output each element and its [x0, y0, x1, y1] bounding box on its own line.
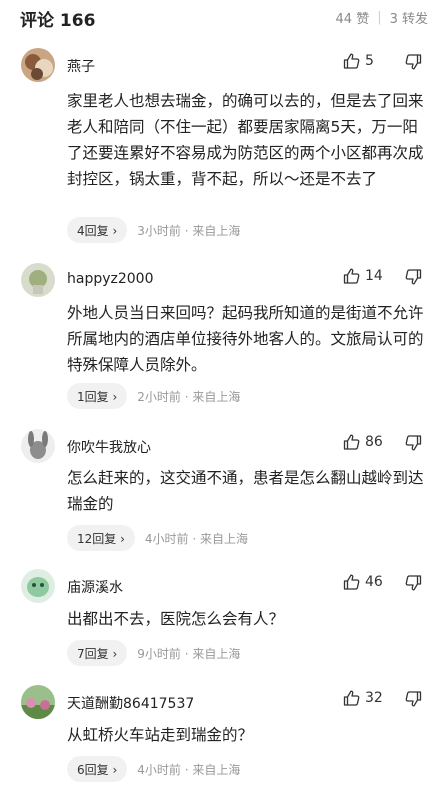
comment-meta: 1回复 › 2小时前 · 来自上海 — [67, 383, 240, 409]
username[interactable]: 天道酬勤86417537 — [67, 693, 194, 713]
post-stats: 44 赞 | 3 转发 — [336, 8, 428, 27]
avatar[interactable] — [21, 429, 55, 463]
replies-button[interactable]: 7回复 › — [67, 640, 128, 666]
timestamp-location: 3小时前 · 来自上海 — [137, 223, 241, 238]
comment-meta: 12回复 › 4小时前 · 来自上海 — [67, 525, 248, 551]
replies-button[interactable]: 12回复 › — [67, 525, 135, 551]
username[interactable]: happyz2000 — [67, 271, 154, 287]
dislike-button[interactable] — [405, 691, 422, 707]
thumbs-up-icon — [343, 268, 360, 284]
comment-text: 怎么赶来的，这交通不通，患者是怎么翻山越岭到达瑞金的 — [67, 469, 424, 513]
thumbs-down-icon — [405, 435, 422, 451]
comment-meta: 7回复 › 9小时前 · 来自上海 — [67, 640, 240, 666]
comments-count-title: 评论 166 — [20, 11, 96, 31]
thumbs-up-icon — [343, 690, 360, 706]
thumbs-up-icon — [343, 53, 360, 69]
comment-meta: 6回复 › 4小时前 · 来自上海 — [67, 756, 240, 782]
replies-button[interactable]: 1回复 › — [67, 383, 128, 409]
comment-meta: 4回复 › 3小时前 · 来自上海 — [67, 217, 240, 243]
thumbs-down-icon — [405, 691, 422, 707]
comment-text: 家里老人也想去瑞金，的确可以去的，但是去了回来老人和陪同（不住一起）都要居家隔离… — [67, 92, 424, 188]
thumbs-up-icon — [343, 574, 360, 590]
comments-header: 评论 166 44 赞 | 3 转发 — [0, 0, 446, 34]
comment-text: 外地人员当日来回吗？起码我所知道的是街道不允许所属地内的酒店单位接待外地客人的。… — [67, 304, 424, 374]
like-count: 86 — [365, 434, 383, 450]
like-button[interactable]: 32 — [343, 690, 383, 706]
avatar[interactable] — [21, 263, 55, 297]
comment-text: 出都出不去，医院怎么会有人？ — [67, 610, 285, 628]
avatar[interactable] — [21, 48, 55, 82]
dislike-button[interactable] — [405, 54, 422, 70]
replies-button[interactable]: 4回复 › — [67, 217, 128, 243]
thumbs-down-icon — [405, 575, 422, 591]
likes-count[interactable]: 44 赞 — [336, 8, 370, 27]
dislike-button[interactable] — [405, 435, 422, 451]
avatar[interactable] — [21, 685, 55, 719]
replies-button[interactable]: 6回复 › — [67, 756, 128, 782]
reposts-count[interactable]: 3 转发 — [390, 8, 428, 27]
thumbs-up-icon — [343, 434, 360, 450]
comment-text: 从虹桥火车站走到瑞金的？ — [67, 726, 254, 744]
like-count: 46 — [365, 574, 383, 590]
like-count: 14 — [365, 268, 383, 284]
like-button[interactable]: 46 — [343, 574, 383, 590]
username[interactable]: 你吹牛我放心 — [67, 437, 151, 457]
timestamp-location: 9小时前 · 来自上海 — [137, 646, 241, 661]
timestamp-location: 4小时前 · 来自上海 — [144, 531, 248, 546]
like-button[interactable]: 5 — [343, 53, 374, 69]
like-button[interactable]: 86 — [343, 434, 383, 450]
timestamp-location: 2小时前 · 来自上海 — [137, 389, 241, 404]
stats-separator: | — [377, 10, 382, 25]
username[interactable]: 燕子 — [67, 56, 95, 76]
timestamp-location: 4小时前 · 来自上海 — [137, 762, 241, 777]
username[interactable]: 庙源溪水 — [67, 577, 123, 597]
dislike-button[interactable] — [405, 269, 422, 285]
dislike-button[interactable] — [405, 575, 422, 591]
avatar[interactable] — [21, 569, 55, 603]
thumbs-down-icon — [405, 54, 422, 70]
like-count: 5 — [365, 53, 374, 69]
thumbs-down-icon — [405, 269, 422, 285]
like-count: 32 — [365, 690, 383, 706]
like-button[interactable]: 14 — [343, 268, 383, 284]
